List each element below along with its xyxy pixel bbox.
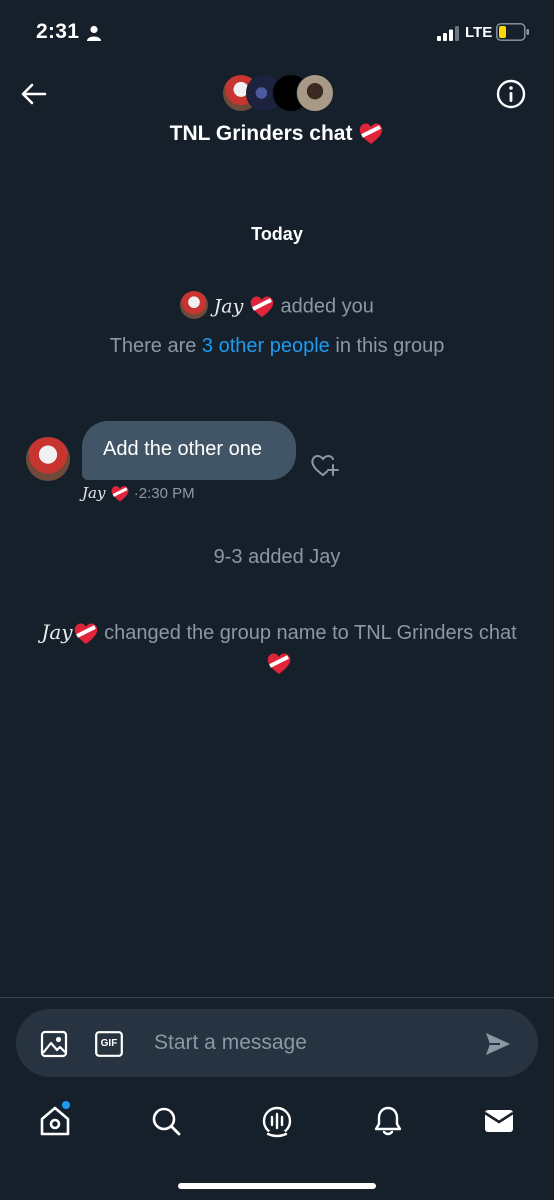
people-text-after: in this group: [335, 335, 445, 357]
changer-name[interactable]: Jay: [41, 620, 72, 644]
message-sender-name: Jay: [82, 484, 106, 502]
jay-avatar: [180, 291, 209, 319]
member-avatar: [296, 74, 334, 112]
heart-ribbon-icon: [360, 123, 383, 145]
search-icon[interactable]: [149, 1104, 183, 1138]
member-added-notice: 9-3 added Jay: [213, 546, 341, 568]
messages-icon[interactable]: [482, 1104, 516, 1138]
group-members-notice: There are 3 other people in this group: [0, 335, 554, 358]
home-icon[interactable]: [38, 1104, 72, 1138]
home-indicator: [178, 1183, 376, 1189]
name-change-notice: Jay changed the group name to TNL Grinde…: [14, 617, 544, 678]
people-text-before: There are: [109, 335, 197, 357]
notifications-icon[interactable]: [371, 1104, 405, 1138]
send-icon[interactable]: [484, 1031, 512, 1057]
composer-divider: [0, 997, 554, 998]
signal-icon: [437, 26, 459, 41]
battery-icon: [496, 23, 529, 41]
network-label: LTE: [465, 24, 493, 41]
message-meta: Jay ·2:30 PM: [82, 484, 195, 503]
spaces-icon[interactable]: [260, 1104, 294, 1138]
date-divider: Today: [251, 224, 303, 244]
sender-name[interactable]: Jay: [214, 295, 244, 317]
heart-ribbon-icon: [111, 486, 129, 502]
conversation-title: TNL Grinders chat: [0, 122, 554, 146]
heart-ribbon-icon: [250, 296, 274, 317]
gif-button[interactable]: GIF: [95, 1031, 123, 1057]
add-reaction-icon[interactable]: [310, 452, 340, 478]
message-time: ·2:30 PM: [133, 485, 195, 502]
info-icon[interactable]: [495, 78, 527, 110]
home-notification-dot: [62, 1101, 70, 1109]
sender-avatar[interactable]: [26, 437, 70, 481]
message-input[interactable]: Start a message: [154, 1031, 307, 1055]
conversation-title-text: TNL Grinders chat: [169, 122, 353, 145]
name-change-text: changed the group name to TNL Grinders c…: [104, 622, 517, 644]
heart-ribbon-icon: [267, 653, 291, 674]
gif-label: GIF: [100, 1038, 118, 1049]
added-you-text: added you: [280, 295, 374, 318]
status-time: 2:31: [36, 20, 80, 43]
heart-ribbon-icon: [74, 623, 97, 644]
message-text: Add the other one: [103, 438, 263, 460]
added-you-notice: Jay added you: [0, 291, 554, 321]
image-icon[interactable]: [40, 1030, 68, 1058]
other-people-link[interactable]: 3 other people: [202, 335, 330, 357]
group-avatars[interactable]: [222, 74, 334, 112]
back-arrow-icon[interactable]: [20, 80, 48, 108]
person-icon: [87, 25, 101, 41]
